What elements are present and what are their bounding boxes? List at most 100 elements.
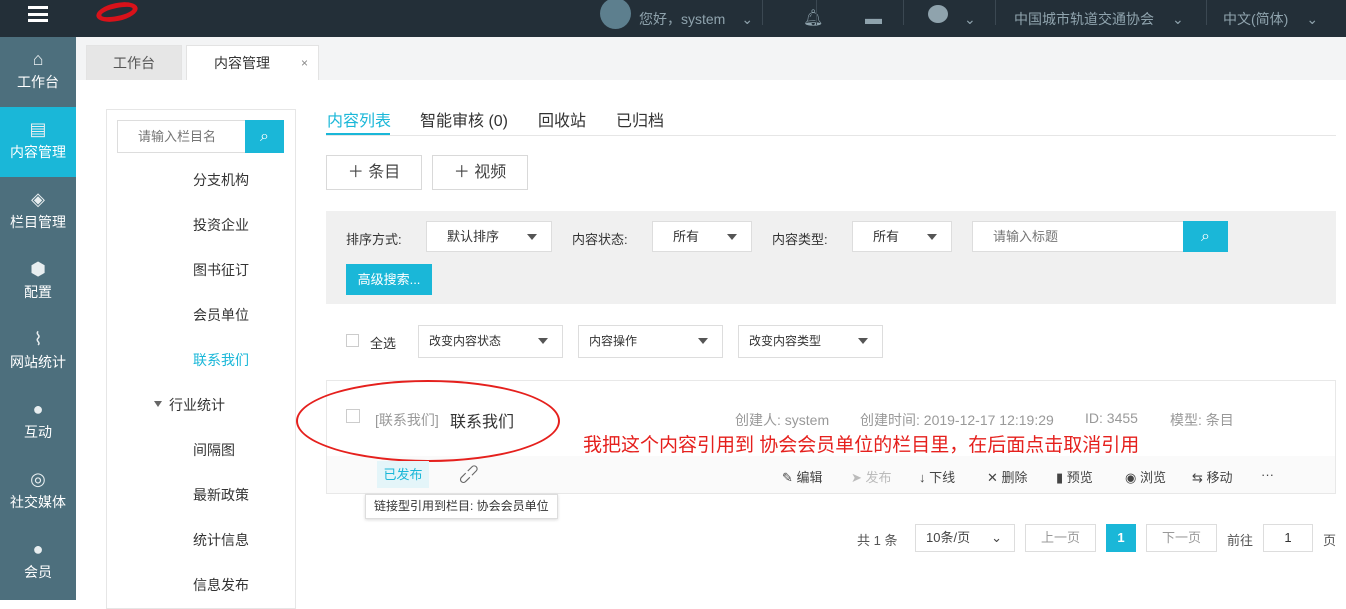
goto-label: 前往 <box>1227 533 1254 548</box>
tab-smart-review[interactable]: 智能审核 (0) <box>420 107 508 131</box>
action-label: 删除 <box>1001 470 1028 485</box>
tree-item[interactable]: 行业统计 <box>169 395 225 415</box>
sidebar: ⌂ 工作台 ▤ 内容管理 ◈ 栏目管理 ⬢ 配置 ⌇ 网站统计 ● 互动 ◎ 社交媒体 ● 会员 <box>0 37 76 600</box>
tab-content-list[interactable]: 内容列表 <box>327 107 391 131</box>
tree-item[interactable]: 图书征订 <box>193 260 249 280</box>
content-operation-select[interactable]: 内容操作 <box>578 325 723 358</box>
action-label: 发布 <box>865 470 892 485</box>
item-creator: 创建人: system <box>735 412 830 428</box>
tree-item-selected[interactable]: 联系我们 <box>193 350 249 370</box>
document-icon: ▤ <box>29 119 47 139</box>
eye-icon: ◉ <box>1125 470 1140 485</box>
publish-button[interactable]: ➤ 发布 <box>851 467 892 486</box>
sidebar-label: 会员 <box>24 564 52 580</box>
delete-button[interactable]: ✕ 删除 <box>987 467 1028 486</box>
org-menu[interactable]: 中国城市轨道交通协会 ⌄ <box>1014 0 1184 37</box>
tree-item[interactable]: 分支机构 <box>193 170 249 190</box>
preview-button[interactable]: ▮ 预览 <box>1056 467 1093 486</box>
caret-down-icon <box>698 338 708 349</box>
tree-item[interactable]: 信息发布 <box>193 575 249 595</box>
social-icon: ◎ <box>30 469 46 489</box>
sidebar-label: 网站统计 <box>10 354 66 370</box>
sidebar-item-social[interactable]: ◎ 社交媒体 <box>0 457 76 527</box>
theme-menu[interactable]: ⌄ <box>928 0 976 37</box>
sidebar-label: 工作台 <box>17 74 59 90</box>
channel-search-button[interactable]: ⌕ <box>245 120 284 153</box>
tree-item[interactable]: 会员单位 <box>193 305 249 325</box>
caret-down-icon <box>727 234 737 245</box>
layers-icon: ◈ <box>31 189 45 209</box>
channel-search-input[interactable] <box>117 120 246 153</box>
sidebar-item-members[interactable]: ● 会员 <box>0 527 76 597</box>
palette-icon <box>928 4 948 23</box>
move-button[interactable]: ⇆ 移动 <box>1192 467 1233 486</box>
sidebar-item-channels[interactable]: ◈ 栏目管理 <box>0 177 76 247</box>
sidebar-item-workbench[interactable]: ⌂ 工作台 <box>0 37 76 107</box>
current-page[interactable]: 1 <box>1106 524 1136 552</box>
monitor-icon[interactable]: ▬ <box>865 0 882 37</box>
sidebar-item-content[interactable]: ▤ 内容管理 <box>0 107 76 177</box>
type-select[interactable]: 所有 <box>852 221 952 252</box>
change-type-select[interactable]: 改变内容类型 <box>738 325 883 358</box>
add-video-button[interactable]: ＋ 视频 <box>432 155 528 190</box>
chevron-down-icon: ⌄ <box>991 530 1002 545</box>
edit-icon: ✎ <box>782 470 797 485</box>
user-menu[interactable]: 您好，system ⌄ <box>600 0 753 37</box>
button-label: 视频 <box>474 164 507 181</box>
select-value: 改变内容类型 <box>749 334 822 348</box>
advanced-search-button[interactable]: 高级搜索... <box>346 264 432 295</box>
page-size-select[interactable]: 10条/页 ⌄ <box>915 524 1015 552</box>
chart-icon: ⌇ <box>33 329 43 349</box>
sidebar-label: 配置 <box>24 284 52 300</box>
language-menu[interactable]: 中文(简体) ⌄ <box>1223 0 1318 37</box>
title-search-input[interactable] <box>972 221 1184 252</box>
greeting: 您好，system <box>639 10 726 27</box>
channel-tree: ⌕ 分支机构 投资企业 图书征订 会员单位 联系我们 行业统计 间隔图 最新政策… <box>106 109 296 609</box>
tree-item[interactable]: 间隔图 <box>193 440 235 460</box>
item-id: ID: 3455 <box>1085 410 1138 426</box>
offline-button[interactable]: ↓ 下线 <box>919 467 955 486</box>
more-button[interactable]: ··· <box>1261 467 1274 482</box>
select-all-label: 全选 <box>370 336 397 351</box>
prev-page-button[interactable]: 上一页 <box>1025 524 1096 552</box>
select-value: 改变内容状态 <box>429 334 502 348</box>
menu-icon[interactable] <box>28 6 48 22</box>
sidebar-item-config[interactable]: ⬢ 配置 <box>0 247 76 317</box>
view-button[interactable]: ◉ 浏览 <box>1125 467 1166 486</box>
select-all-checkbox[interactable] <box>346 334 359 347</box>
annotation-text: 我把这个内容引用到 协会会员单位的栏目里，在后面点击取消引用 <box>583 435 1140 456</box>
chevron-down-icon: ⌄ <box>741 10 754 27</box>
next-page-button[interactable]: 下一页 <box>1146 524 1217 552</box>
caret-down-icon[interactable] <box>154 401 162 411</box>
sidebar-item-interaction[interactable]: ● 互动 <box>0 387 76 457</box>
edit-button[interactable]: ✎ 编辑 <box>782 467 823 486</box>
button-label: 条目 <box>368 164 401 181</box>
tree-item[interactable]: 统计信息 <box>193 530 249 550</box>
sidebar-item-stats[interactable]: ⌇ 网站统计 <box>0 317 76 387</box>
tab-content-management[interactable]: 内容管理 × <box>186 45 319 80</box>
close-icon[interactable]: × <box>301 46 308 81</box>
goto-page-input[interactable]: 1 <box>1263 524 1313 552</box>
bell-icon[interactable]: 🔔︎ <box>803 0 823 37</box>
tab-archived[interactable]: 已归档 <box>616 107 664 131</box>
chevron-down-icon: ⌄ <box>964 10 976 27</box>
caret-down-icon <box>538 338 548 349</box>
tab-recycle-bin[interactable]: 回收站 <box>538 107 586 131</box>
change-status-select[interactable]: 改变内容状态 <box>418 325 563 358</box>
add-item-button[interactable]: ＋ 条目 <box>326 155 422 190</box>
caret-down-icon <box>927 234 937 245</box>
tree-item[interactable]: 最新政策 <box>193 485 249 505</box>
sidebar-label: 互动 <box>24 424 52 440</box>
file-icon: ▮ <box>1056 470 1067 485</box>
tab-workbench[interactable]: 工作台 <box>86 45 182 80</box>
status-select[interactable]: 所有 <box>652 221 752 252</box>
action-label: 浏览 <box>1139 470 1166 485</box>
select-value: 默认排序 <box>447 229 500 244</box>
tree-item[interactable]: 投资企业 <box>193 215 249 235</box>
total-count: 共 1 条 <box>857 533 898 548</box>
sort-select[interactable]: 默认排序 <box>426 221 552 252</box>
user-icon: ● <box>32 539 44 559</box>
tab-label: 内容管理 <box>214 55 270 71</box>
search-button[interactable]: ⌕ <box>1183 221 1228 252</box>
org-name: 中国城市轨道交通协会 <box>1014 10 1154 27</box>
